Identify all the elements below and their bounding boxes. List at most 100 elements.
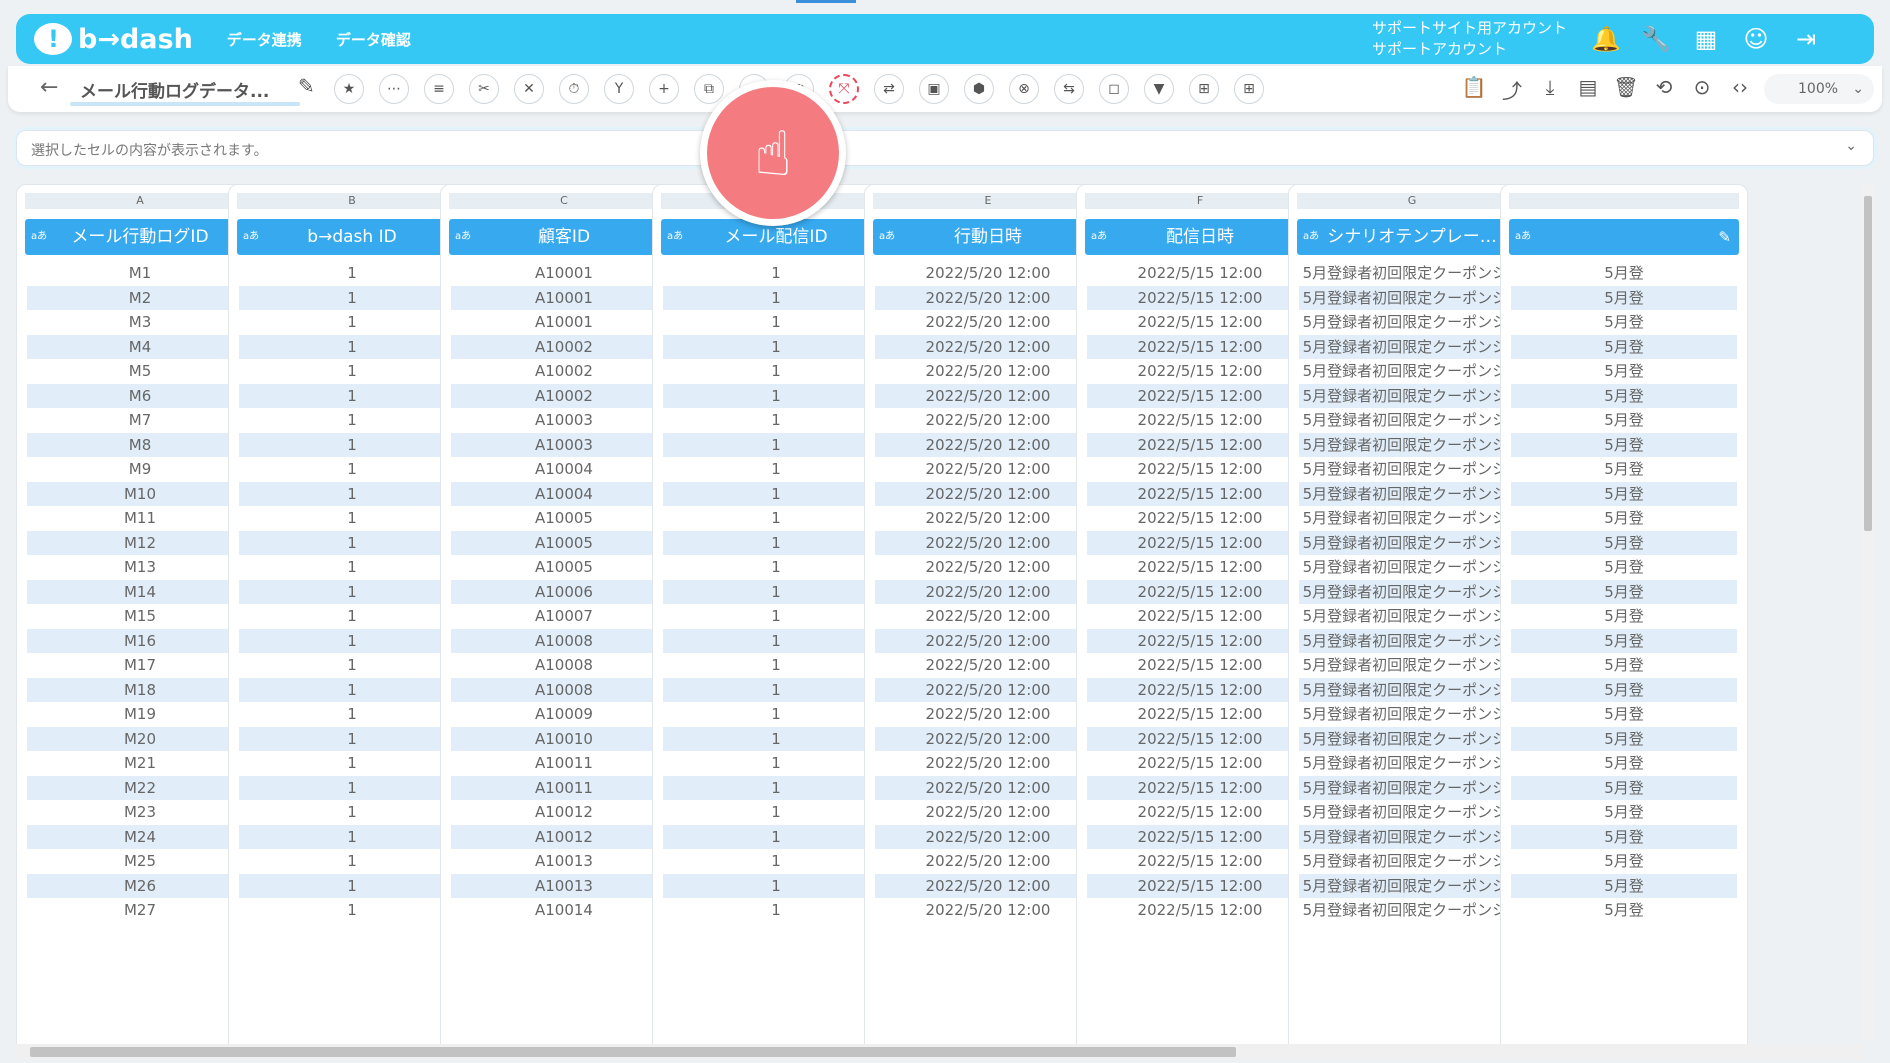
table-cell[interactable]: 2022/5/15 12:00 <box>1087 310 1313 334</box>
table-cell[interactable]: 2022/5/15 12:00 <box>1087 775 1313 800</box>
table-cell[interactable]: 2022/5/20 12:00 <box>875 751 1101 775</box>
column-letter[interactable]: B <box>237 193 467 209</box>
table-cell[interactable]: 2022/5/15 12:00 <box>1087 628 1313 653</box>
cancel-icon[interactable]: ⊗ <box>1009 74 1039 104</box>
table-cell[interactable]: 1 <box>663 285 889 310</box>
table-cell[interactable]: 2022/5/15 12:00 <box>1087 604 1313 628</box>
table-cell[interactable]: A10002 <box>451 383 677 408</box>
column-letter[interactable]: G <box>1297 193 1527 209</box>
table-cell[interactable]: 1 <box>239 849 465 873</box>
table-cell[interactable]: A10012 <box>451 824 677 849</box>
table-cell[interactable]: M22 <box>27 775 253 800</box>
table-cell[interactable]: 2022/5/20 12:00 <box>875 261 1101 285</box>
table-cell[interactable]: 2022/5/15 12:00 <box>1087 702 1313 726</box>
table-cell[interactable]: 5月登録者初回限定クーポンシ... <box>1299 481 1525 506</box>
table-cell[interactable]: 1 <box>239 824 465 849</box>
horizontal-scroll-thumb[interactable] <box>30 1047 1236 1057</box>
table-cell[interactable]: A10007 <box>451 604 677 628</box>
table-cell[interactable]: 2022/5/15 12:00 <box>1087 457 1313 481</box>
table-cell[interactable]: A10005 <box>451 530 677 555</box>
table-cell[interactable]: 2022/5/20 12:00 <box>875 824 1101 849</box>
table-cell[interactable]: 5月登録者初回限定クーポンシ... <box>1299 824 1525 849</box>
table-cell[interactable]: 1 <box>239 604 465 628</box>
table-cell[interactable]: A10005 <box>451 506 677 530</box>
table-cell[interactable]: 2022/5/20 12:00 <box>875 310 1101 334</box>
table-cell[interactable]: 5月登録者初回限定クーポンシ... <box>1299 555 1525 579</box>
table-cell[interactable]: 1 <box>239 653 465 677</box>
table-cell[interactable]: 2022/5/20 12:00 <box>875 702 1101 726</box>
table-cell[interactable]: 1 <box>239 481 465 506</box>
table-cell[interactable]: 1 <box>663 310 889 334</box>
table-cell[interactable]: 1 <box>663 334 889 359</box>
table-cell[interactable]: 2022/5/15 12:00 <box>1087 849 1313 873</box>
trash-icon[interactable]: 🗑 <box>1612 75 1640 104</box>
table-cell[interactable]: 5月登録者初回限定クーポンシ... <box>1299 432 1525 457</box>
document-title[interactable]: メール行動ログデータ... <box>80 77 269 102</box>
timer-icon[interactable]: ⏱ <box>559 74 589 104</box>
table-cell[interactable]: A10008 <box>451 628 677 653</box>
table-cell[interactable]: 5月登録者初回限定クーポンシ... <box>1299 310 1525 334</box>
remove-icon[interactable]: ✕ <box>514 74 544 104</box>
swap-icon[interactable]: ⇄ <box>874 74 904 104</box>
table-cell[interactable]: 5月登 <box>1511 285 1737 310</box>
cell-content-bar[interactable]: 選択したセルの内容が表示されます。 ⌄ <box>16 130 1874 166</box>
column-letter[interactable]: E <box>873 193 1103 209</box>
table-cell[interactable]: 5月登録者初回限定クーポンシ... <box>1299 359 1525 383</box>
table-cell[interactable]: 2022/5/20 12:00 <box>875 432 1101 457</box>
table-cell[interactable]: 5月登 <box>1511 457 1737 481</box>
table-cell[interactable]: 5月登録者初回限定クーポンシ... <box>1299 873 1525 898</box>
table-cell[interactable]: A10011 <box>451 775 677 800</box>
table-cell[interactable]: 5月登 <box>1511 702 1737 726</box>
table-cell[interactable]: 2022/5/20 12:00 <box>875 334 1101 359</box>
table-cell[interactable]: M20 <box>27 726 253 751</box>
table-cell[interactable]: 1 <box>663 481 889 506</box>
table-cell[interactable]: 5月登 <box>1511 849 1737 873</box>
table-cell[interactable]: 5月登録者初回限定クーポンシ... <box>1299 726 1525 751</box>
table-cell[interactable]: 5月登録者初回限定クーポンシ... <box>1299 751 1525 775</box>
table-cell[interactable]: 2022/5/15 12:00 <box>1087 555 1313 579</box>
table-cell[interactable]: 2022/5/20 12:00 <box>875 775 1101 800</box>
table-cell[interactable]: 1 <box>663 702 889 726</box>
logout-icon[interactable]: ⇥ <box>1786 22 1826 56</box>
convert-icon[interactable]: ⇆ <box>1054 74 1084 104</box>
table-cell[interactable]: 1 <box>239 579 465 604</box>
table-cell[interactable]: 5月登 <box>1511 408 1737 432</box>
table-cell[interactable]: 5月登録者初回限定クーポンシ... <box>1299 849 1525 873</box>
table-cell[interactable]: A10010 <box>451 726 677 751</box>
table-cell[interactable]: 5月登録者初回限定クーポンシ... <box>1299 383 1525 408</box>
table-cell[interactable]: 1 <box>663 555 889 579</box>
table-cell[interactable]: 2022/5/15 12:00 <box>1087 726 1313 751</box>
table-cell[interactable]: 5月登録者初回限定クーポンシ... <box>1299 457 1525 481</box>
table-cell[interactable]: A10011 <box>451 751 677 775</box>
table-cell[interactable]: A10006 <box>451 579 677 604</box>
table-cell[interactable]: M13 <box>27 555 253 579</box>
table-cell[interactable]: 5月登 <box>1511 824 1737 849</box>
table-cell[interactable]: 1 <box>663 579 889 604</box>
column-letter[interactable] <box>1509 193 1739 209</box>
table-cell[interactable]: 1 <box>239 800 465 824</box>
table-cell[interactable]: A10004 <box>451 481 677 506</box>
table-cell[interactable]: 1 <box>663 873 889 898</box>
table-cell[interactable]: 5月登録者初回限定クーポンシ... <box>1299 285 1525 310</box>
table-cell[interactable]: 5月登 <box>1511 873 1737 898</box>
table-cell[interactable]: M5 <box>27 359 253 383</box>
table-cell[interactable]: M15 <box>27 604 253 628</box>
table-cell[interactable]: 2022/5/15 12:00 <box>1087 530 1313 555</box>
apps-grid-icon[interactable]: ▦ <box>1686 22 1726 56</box>
table-cell[interactable]: 1 <box>239 457 465 481</box>
table-cell[interactable]: A10009 <box>451 702 677 726</box>
table-cell[interactable]: 1 <box>663 408 889 432</box>
table-cell[interactable]: A10005 <box>451 555 677 579</box>
table-cell[interactable]: 5月登 <box>1511 604 1737 628</box>
table-cell[interactable]: 5月登 <box>1511 506 1737 530</box>
table-cell[interactable]: 1 <box>239 555 465 579</box>
save-icon[interactable]: ⊙ <box>1688 75 1716 104</box>
table-cell[interactable]: 1 <box>239 334 465 359</box>
table-cell[interactable]: 1 <box>239 628 465 653</box>
table-cell[interactable]: A10013 <box>451 849 677 873</box>
support-icon[interactable]: ☺ <box>1736 22 1776 56</box>
table-cell[interactable]: 1 <box>239 408 465 432</box>
table-cell[interactable]: 1 <box>663 432 889 457</box>
table-cell[interactable]: 1 <box>663 824 889 849</box>
table-cell[interactable]: 5月登録者初回限定クーポンシ... <box>1299 604 1525 628</box>
